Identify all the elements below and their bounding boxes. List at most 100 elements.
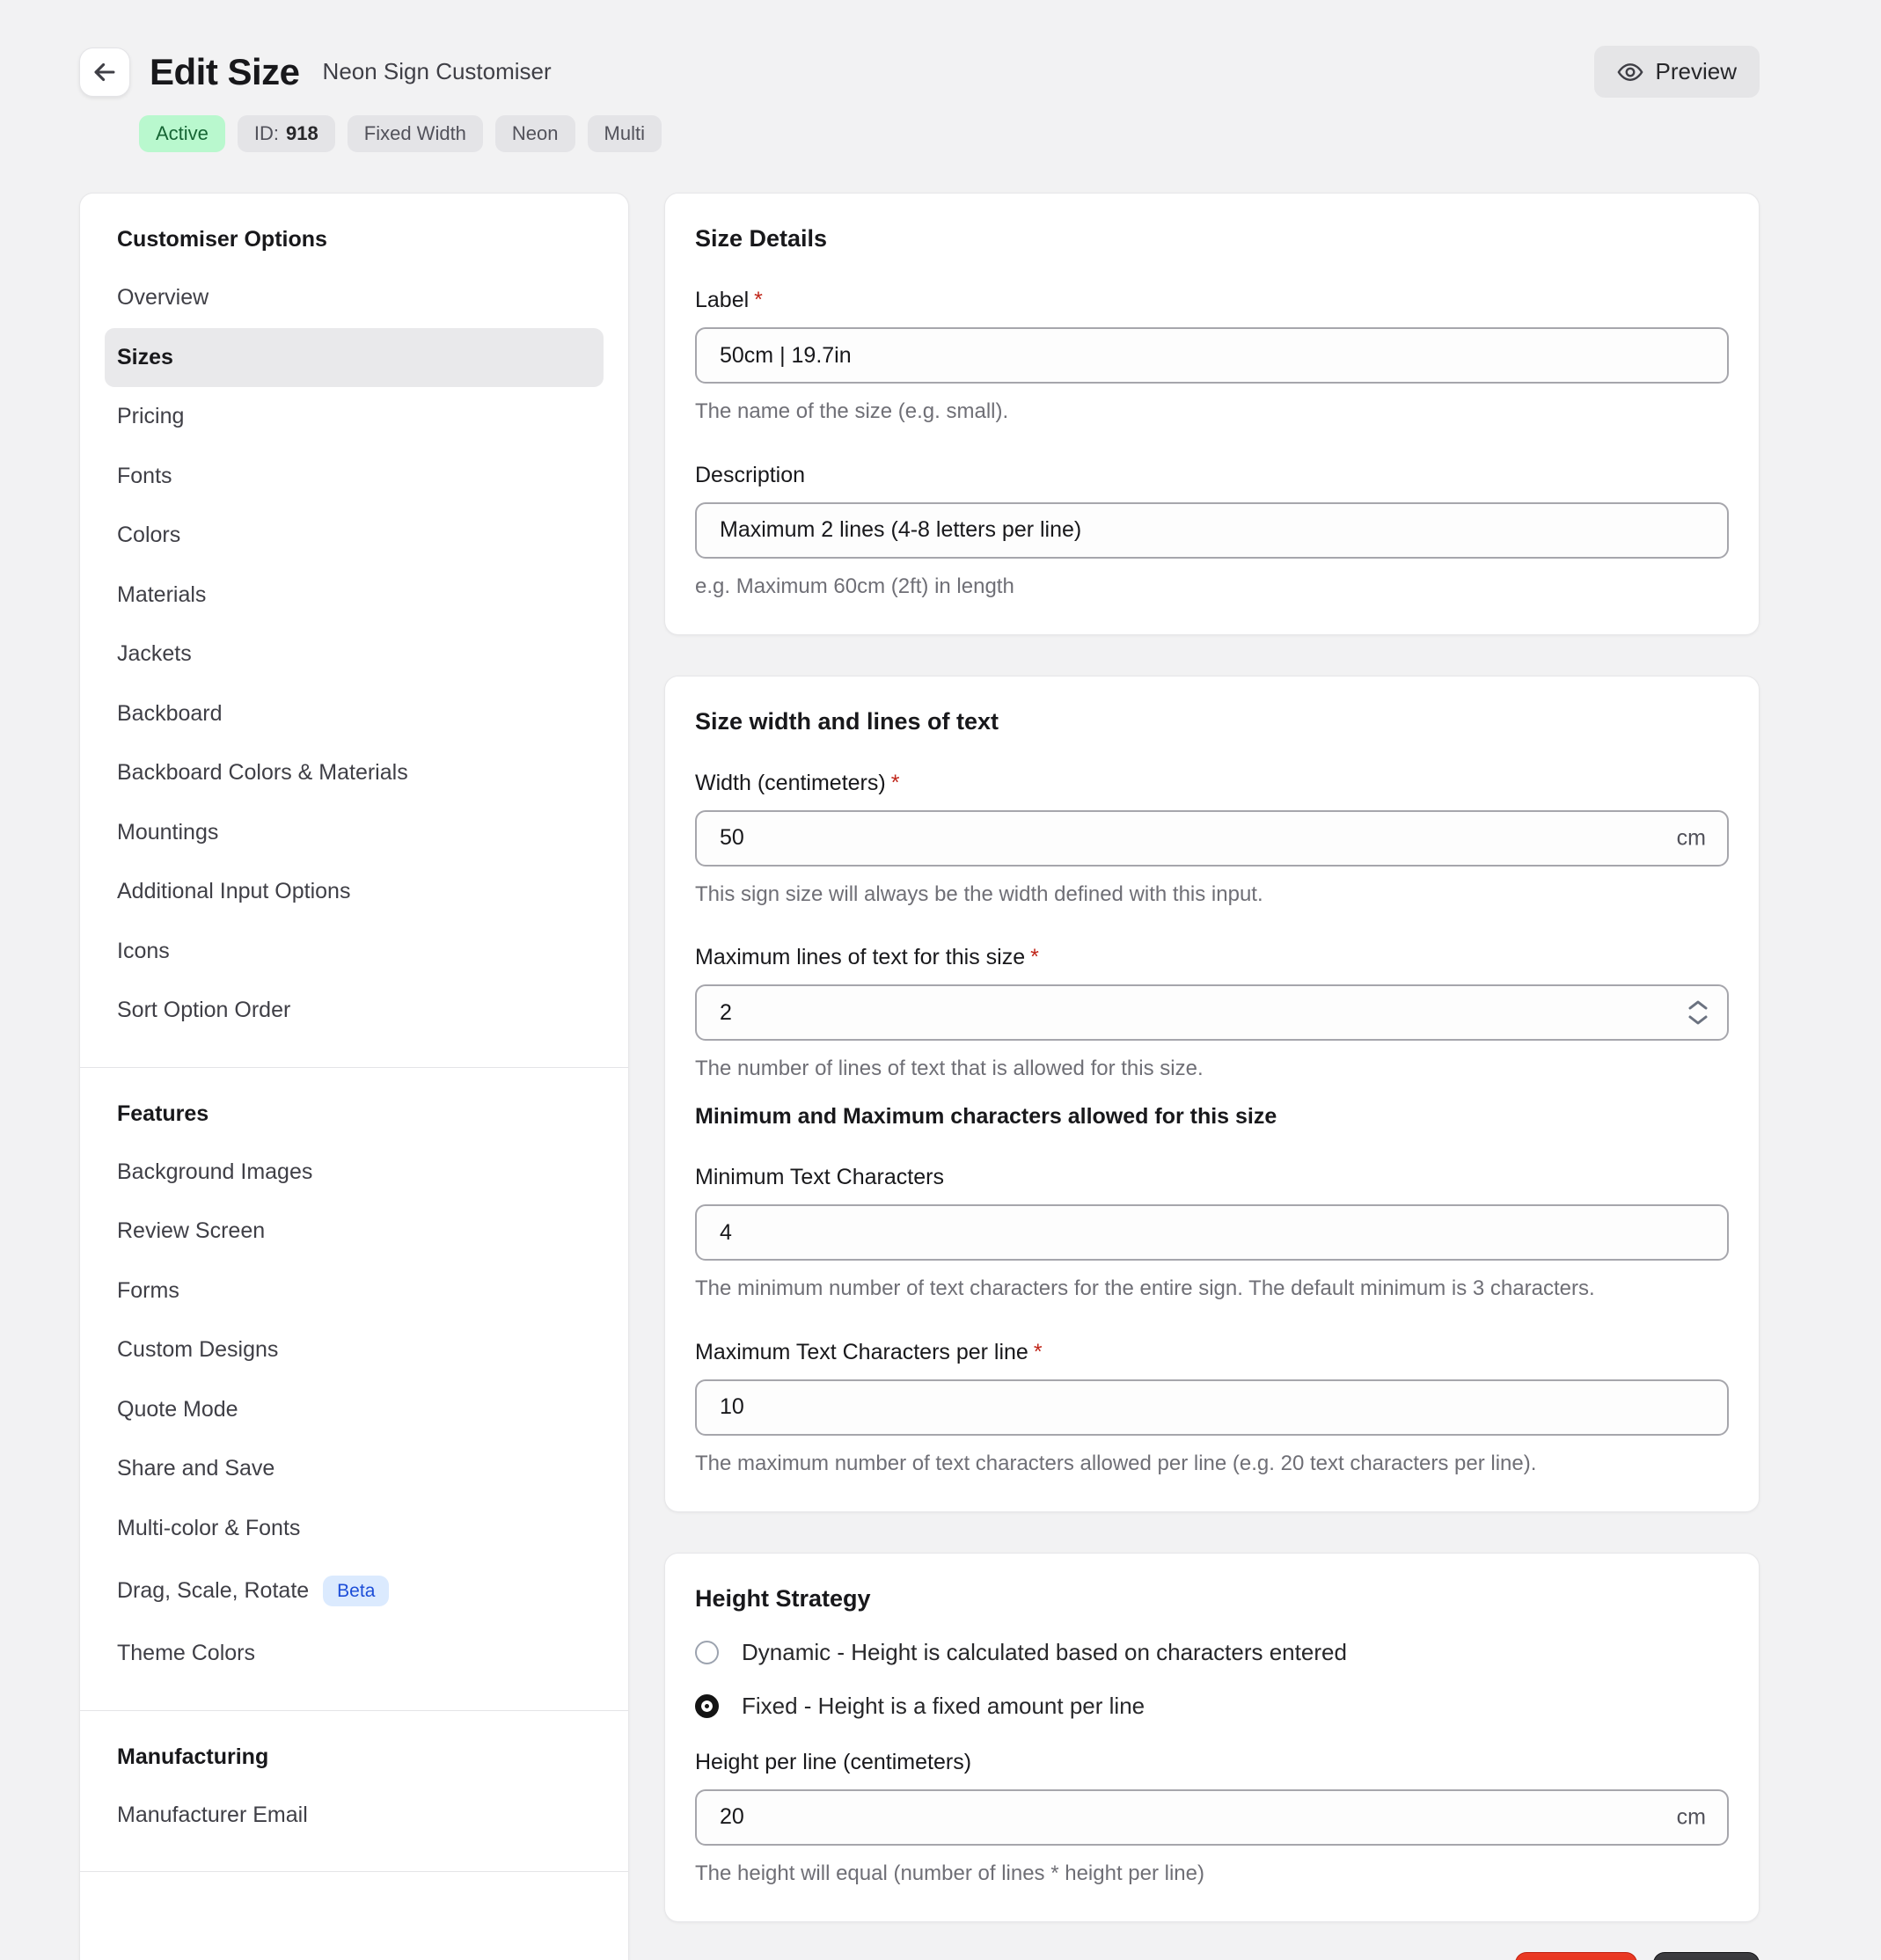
label-input[interactable] <box>695 327 1729 384</box>
back-button[interactable] <box>79 47 130 97</box>
field-label-text: Label <box>695 288 750 312</box>
sidebar-item-label: Background Images <box>117 1159 313 1184</box>
sidebar-item-label: Fonts <box>117 463 172 488</box>
number-stepper[interactable] <box>1687 998 1709 1027</box>
edit-size-page: Edit Size Neon Sign Customiser Preview A… <box>0 0 1881 1960</box>
width-helper-text: This sign size will always be the width … <box>695 881 1263 906</box>
sidebar-item-jackets[interactable]: Jackets <box>105 625 604 684</box>
sidebar-item-label: Multi-color & Fonts <box>117 1515 301 1540</box>
sidebar-section-manufacturing: Manufacturing Manufacturer Email <box>80 1709 628 1872</box>
height-strategy-card: Height Strategy Dynamic - Height is calc… <box>664 1552 1760 1922</box>
sidebar-item-label: Mountings <box>117 819 219 845</box>
sidebar-item-label: Manufacturer Email <box>117 1802 308 1827</box>
sidebar-item-review-screen[interactable]: Review Screen <box>105 1202 604 1262</box>
sidebar-section-trailing <box>80 1871 628 1932</box>
field-label-text: Maximum Text Characters per line <box>695 1339 1028 1364</box>
sidebar-item-fonts[interactable]: Fonts <box>105 447 604 507</box>
min-chars-helper-text: The minimum number of text characters fo… <box>695 1276 1595 1301</box>
page-header: Edit Size Neon Sign Customiser Preview <box>79 46 1760 98</box>
delete-button[interactable]: Delete <box>1514 1951 1637 1960</box>
width-field-label: Width (centimeters) * <box>695 771 1729 796</box>
label-field-label: Label * <box>695 288 1729 313</box>
sidebar-item-pricing[interactable]: Pricing <box>105 387 604 447</box>
beta-badge: Beta <box>323 1576 390 1607</box>
width-field-block: Width (centimeters)* cm This sign size w… <box>695 771 1729 911</box>
required-asterisk: * <box>1033 1339 1043 1364</box>
sidebar-item-additional-input-options[interactable]: Additional Input Options <box>105 862 604 922</box>
status-badge: Active <box>139 115 225 152</box>
sidebar-section-customiser-options: Customiser Options Overview Sizes Pricin… <box>80 194 628 1067</box>
sidebar-item-overview[interactable]: Overview <box>105 268 604 328</box>
max-chars-field-block: Maximum Text Characters per line* The ma… <box>695 1340 1729 1480</box>
sidebar-item-materials[interactable]: Materials <box>105 566 604 625</box>
sidebar-item-label: Backboard Colors & Materials <box>117 760 408 785</box>
sidebar-item-mountings[interactable]: Mountings <box>105 803 604 863</box>
max-lines-input[interactable] <box>695 984 1729 1042</box>
max-chars-field-label: Maximum Text Characters per line * <box>695 1340 1729 1365</box>
sidebar-item-sort-option-order[interactable]: Sort Option Order <box>105 981 604 1041</box>
height-strategy-title: Height Strategy <box>695 1584 871 1612</box>
height-per-line-input[interactable] <box>695 1788 1729 1846</box>
sidebar-item-label: Theme Colors <box>117 1641 255 1666</box>
max-lines-helper-text: The number of lines of text that is allo… <box>695 1057 1204 1081</box>
form-actions: Delete Save <box>664 1951 1760 1960</box>
sidebar-item-colors[interactable]: Colors <box>105 506 604 566</box>
sidebar-item-manufacturer-email[interactable]: Manufacturer Email <box>105 1786 604 1846</box>
max-chars-input[interactable] <box>695 1379 1729 1436</box>
save-button[interactable]: Save <box>1652 1951 1760 1960</box>
sidebar-item-share-and-save[interactable]: Share and Save <box>105 1439 604 1499</box>
preview-button[interactable]: Preview <box>1593 46 1760 98</box>
sidebar-item-label: Pricing <box>117 404 185 428</box>
sidebar-item-icons[interactable]: Icons <box>105 922 604 982</box>
sidebar-item-backboard[interactable]: Backboard <box>105 684 604 744</box>
id-badge-value: 918 <box>286 122 318 144</box>
sidebar-item-background-images[interactable]: Background Images <box>105 1143 604 1203</box>
sidebar-item-label: Overview <box>117 285 209 310</box>
width-input[interactable] <box>695 809 1729 867</box>
sidebar-item-backboard-colors-materials[interactable]: Backboard Colors & Materials <box>105 743 604 803</box>
height-strategy-option-dynamic[interactable]: Dynamic - Height is calculated based on … <box>695 1639 1729 1666</box>
radio-unchecked-icon[interactable] <box>695 1640 719 1664</box>
sidebar-item-label: Additional Input Options <box>117 879 351 903</box>
sidebar-item-forms[interactable]: Forms <box>105 1262 604 1321</box>
min-chars-field-label: Minimum Text Characters <box>695 1165 944 1190</box>
description-input[interactable] <box>695 501 1729 559</box>
sidebar-item-label: Materials <box>117 581 207 607</box>
radio-option-label: Fixed - Height is a fixed amount per lin… <box>742 1692 1145 1719</box>
field-label-text: Width (centimeters) <box>695 770 886 795</box>
sidebar-item-label: Colors <box>117 523 181 547</box>
radio-option-label: Dynamic - Height is calculated based on … <box>742 1638 1347 1665</box>
sidebar-item-label: Sort Option Order <box>117 998 291 1022</box>
sidebar-item-label: Share and Save <box>117 1456 275 1481</box>
size-details-card: Size Details Label* The name of the size… <box>664 193 1760 635</box>
sidebar-item-label: Forms <box>117 1277 179 1303</box>
radio-checked-icon[interactable] <box>695 1693 719 1718</box>
tag-badge-neon: Neon <box>494 115 575 152</box>
sidebar-item-drag-scale-rotate[interactable]: Drag, Scale, Rotate Beta <box>105 1558 604 1624</box>
sidebar-item-sizes[interactable]: Sizes <box>105 327 604 387</box>
sidebar-section-features: Features Background Images Review Screen… <box>80 1066 628 1710</box>
sidebar-item-theme-colors[interactable]: Theme Colors <box>105 1624 604 1684</box>
chevron-up-icon <box>1687 998 1709 1012</box>
tag-badge-fixed-width: Fixed Width <box>347 115 483 152</box>
height-per-line-field-block: Height per line (centimeters) cm The hei… <box>695 1750 1729 1890</box>
sidebar: Customiser Options Overview Sizes Pricin… <box>79 193 629 1960</box>
height-strategy-option-fixed[interactable]: Fixed - Height is a fixed amount per lin… <box>695 1693 1729 1720</box>
max-lines-field-label: Maximum lines of text for this size * <box>695 945 1729 970</box>
height-per-line-helper-text: The height will equal (number of lines *… <box>695 1861 1204 1885</box>
eye-icon <box>1617 59 1643 85</box>
sidebar-item-quote-mode[interactable]: Quote Mode <box>105 1380 604 1440</box>
min-chars-field-block: Minimum Text Characters The minimum numb… <box>695 1165 1729 1305</box>
max-chars-helper-text: The maximum number of text characters al… <box>695 1451 1537 1475</box>
tag-badge-multi: Multi <box>587 115 662 152</box>
sidebar-item-multi-color-fonts[interactable]: Multi-color & Fonts <box>105 1499 604 1559</box>
sidebar-item-label: Drag, Scale, Rotate <box>117 1577 310 1603</box>
max-lines-field-block: Maximum lines of text for this size * 2 … <box>695 945 1729 1085</box>
description-field-block: Description e.g. Maximum 60cm (2ft) in l… <box>695 463 1729 603</box>
sidebar-section-title: Features <box>117 1101 209 1126</box>
sidebar-item-label: Icons <box>117 938 170 963</box>
min-chars-input[interactable] <box>695 1204 1729 1262</box>
min-max-subheading: Minimum and Maximum characters allowed f… <box>695 1104 1277 1130</box>
label-helper-text: The name of the size (e.g. small). <box>695 399 1009 423</box>
sidebar-item-custom-designs[interactable]: Custom Designs <box>105 1320 604 1380</box>
